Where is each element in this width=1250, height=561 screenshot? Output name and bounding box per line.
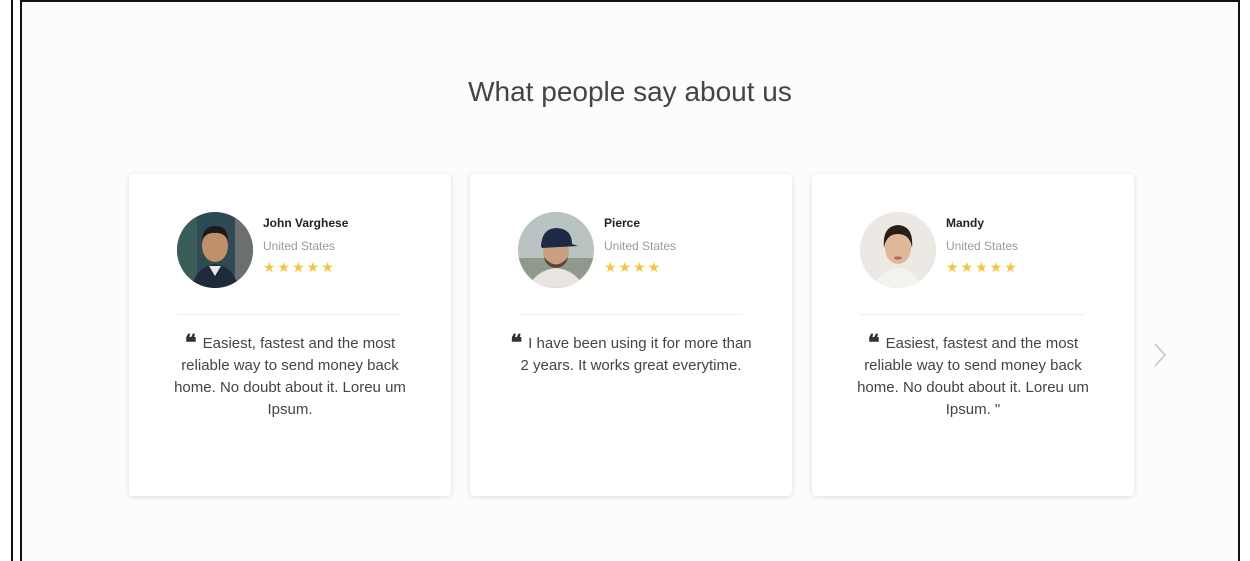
avatar [518, 212, 594, 288]
reviewer-country: United States [946, 239, 1019, 253]
carousel-next-button[interactable] [1150, 340, 1170, 370]
testimonial-card: John Varghese United States ★★★★★ ❝ Easie… [129, 174, 451, 496]
testimonial-card: Pierce United States ★★★★ ❝ I have been u… [470, 174, 792, 496]
quote-text: Easiest, fastest and the most reliable w… [857, 335, 1089, 418]
quote-icon: ❝ [510, 330, 523, 356]
left-edge-strip [0, 0, 13, 561]
avatar [177, 212, 253, 288]
testimonial-card: Mandy United States ★★★★★ ❝ Easiest, fast… [812, 174, 1134, 496]
quote-icon: ❝ [184, 330, 197, 356]
section-title: What people say about us [468, 76, 792, 107]
star-rating: ★★★★ [604, 259, 663, 275]
testimonials-section: What people say about us John Varghese U… [20, 0, 1240, 561]
divider [860, 314, 1084, 315]
testimonial-quote: ❝ Easiest, fastest and the most reliable … [852, 332, 1094, 421]
chevron-right-icon [1154, 343, 1167, 367]
testimonial-quote: ❝ Easiest, fastest and the most reliable … [169, 332, 411, 421]
reviewer-country: United States [604, 239, 677, 253]
quote-icon: ❝ [867, 330, 880, 356]
reviewer-name: Mandy [946, 216, 985, 230]
quote-text: I have been using it for more than 2 yea… [520, 335, 752, 374]
star-rating: ★★★★★ [946, 259, 1019, 275]
divider [518, 314, 742, 315]
avatar [860, 212, 936, 288]
testimonial-quote: ❝ I have been using it for more than 2 ye… [510, 332, 752, 377]
quote-text: Easiest, fastest and the most reliable w… [174, 335, 406, 418]
divider [177, 314, 401, 315]
star-rating: ★★★★★ [263, 259, 336, 275]
reviewer-name: John Varghese [263, 216, 349, 230]
reviewer-country: United States [263, 239, 336, 253]
reviewer-name: Pierce [604, 216, 641, 230]
